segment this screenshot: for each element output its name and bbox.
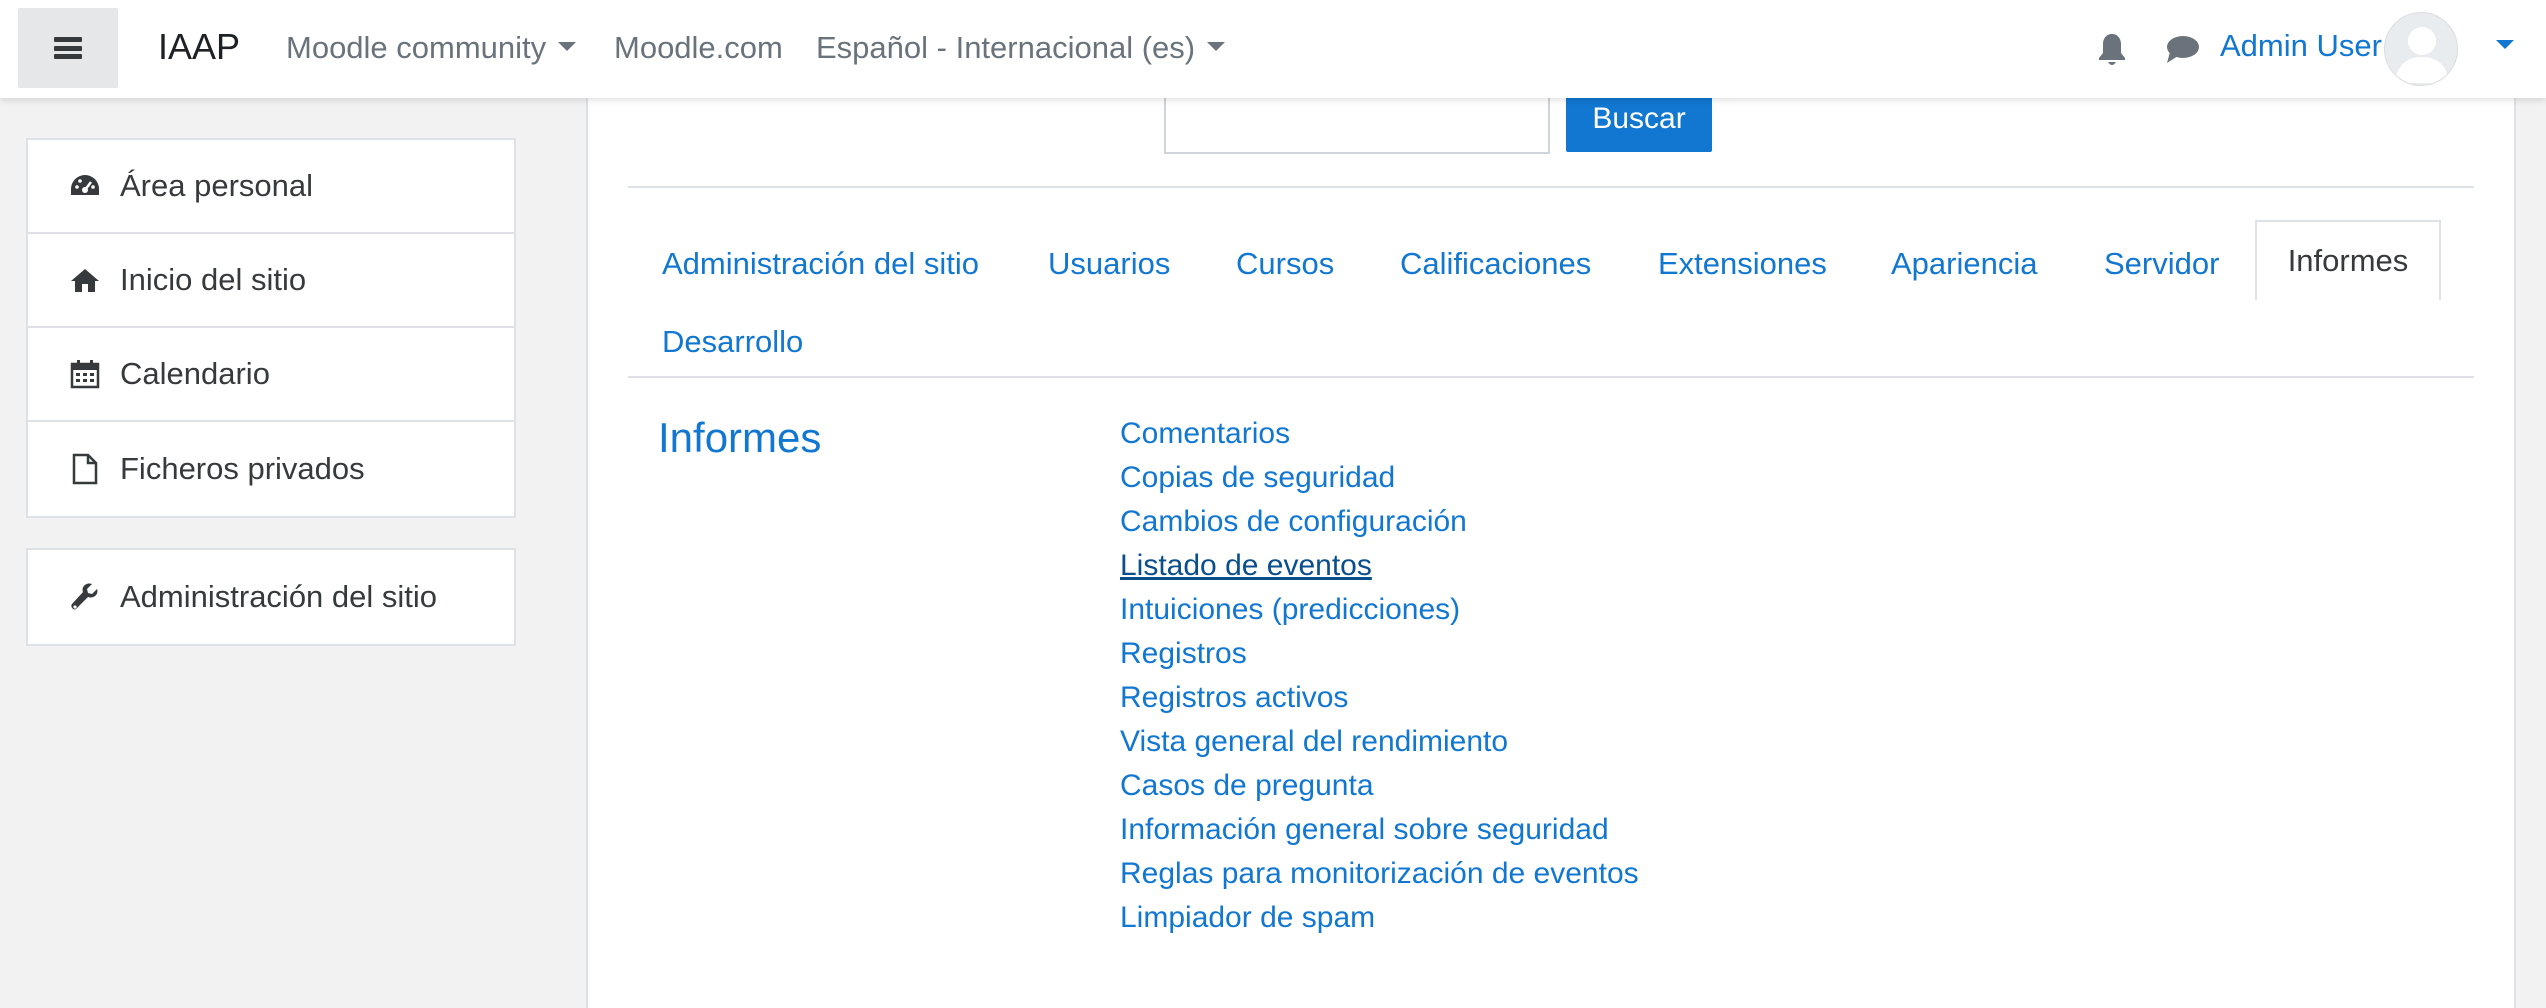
nav-moodle-community[interactable]: Moodle community [286,30,577,66]
section-title[interactable]: Informes [658,414,821,462]
sidebar-item-label: Administración del sitio [120,579,438,614]
sidebar-item-label: Área personal [120,168,314,203]
sidebar-item-label: Inicio del sitio [120,262,307,297]
menu-icon [54,37,82,59]
home-icon [68,263,102,297]
menu-toggle-button[interactable] [18,8,118,88]
nav-moodle-community-label: Moodle community [286,30,547,65]
tab-cursos[interactable]: Cursos [1236,246,1334,282]
sidebar-admin-group: Administración del sitio [26,548,516,646]
sidebar-main-group: Área personal Inicio del sitio Calendari… [26,138,516,518]
chevron-down-icon [558,42,577,52]
tab-desarrollo[interactable]: Desarrollo [662,324,803,360]
report-link-casos-pregunta[interactable]: Casos de pregunta [1120,766,1639,810]
sidebar-item-inicio[interactable]: Inicio del sitio [28,234,514,328]
nav-moodle-com[interactable]: Moodle.com [614,30,783,66]
sidebar-item-administracion[interactable]: Administración del sitio [28,550,514,644]
avatar-icon[interactable] [2384,12,2458,86]
divider [628,186,2474,188]
report-link-rendimiento[interactable]: Vista general del rendimiento [1120,722,1639,766]
nav-language[interactable]: Español - Internacional (es) [816,30,1226,66]
tab-apariencia[interactable]: Apariencia [1891,246,2037,282]
tab-administracion[interactable]: Administración del sitio [662,246,979,282]
chevron-down-icon [1207,42,1226,52]
nav-drawer: Área personal Inicio del sitio Calendari… [0,98,556,1008]
tab-usuarios[interactable]: Usuarios [1048,246,1170,282]
report-link-limpiador-spam[interactable]: Limpiador de spam [1120,898,1639,942]
sidebar-item-ficheros[interactable]: Ficheros privados [28,422,514,516]
tab-calificaciones[interactable]: Calificaciones [1400,246,1591,282]
site-brand[interactable]: IAAP [158,26,240,68]
report-link-monitorizacion[interactable]: Reglas para monitorización de eventos [1120,854,1639,898]
report-links-list: Comentarios Copias de seguridad Cambios … [1120,414,1639,942]
report-link-intuiciones[interactable]: Intuiciones (predicciones) [1120,590,1639,634]
nav-language-label: Español - Internacional (es) [816,30,1196,65]
tabs-divider [628,376,2474,378]
sidebar-item-calendario[interactable]: Calendario [28,328,514,422]
wrench-icon [68,580,102,614]
report-link-registros-activos[interactable]: Registros activos [1120,678,1639,722]
calendar-icon [68,357,102,391]
chat-icon[interactable] [2164,34,2200,66]
sidebar-item-label: Ficheros privados [120,451,365,486]
tab-informes[interactable]: Informes [2255,220,2441,300]
file-icon [68,452,102,486]
dashboard-icon [68,169,102,203]
tab-extensiones[interactable]: Extensiones [1658,246,1827,282]
chevron-down-icon[interactable] [2496,40,2514,49]
report-link-listado-eventos[interactable]: Listado de eventos [1120,546,1639,590]
sidebar-item-area-personal[interactable]: Área personal [28,140,514,234]
bell-icon[interactable] [2096,32,2128,68]
report-link-copias-seguridad[interactable]: Copias de seguridad [1120,458,1639,502]
tab-servidor[interactable]: Servidor [2104,246,2219,282]
sidebar-item-label: Calendario [120,356,270,391]
top-navbar: IAAP Moodle community Moodle.com Español… [0,0,2546,98]
report-link-comentarios[interactable]: Comentarios [1120,414,1639,458]
report-link-cambios-configuracion[interactable]: Cambios de configuración [1120,502,1639,546]
user-name[interactable]: Admin User [2220,28,2382,64]
report-link-registros[interactable]: Registros [1120,634,1639,678]
report-link-seguridad[interactable]: Información general sobre seguridad [1120,810,1639,854]
